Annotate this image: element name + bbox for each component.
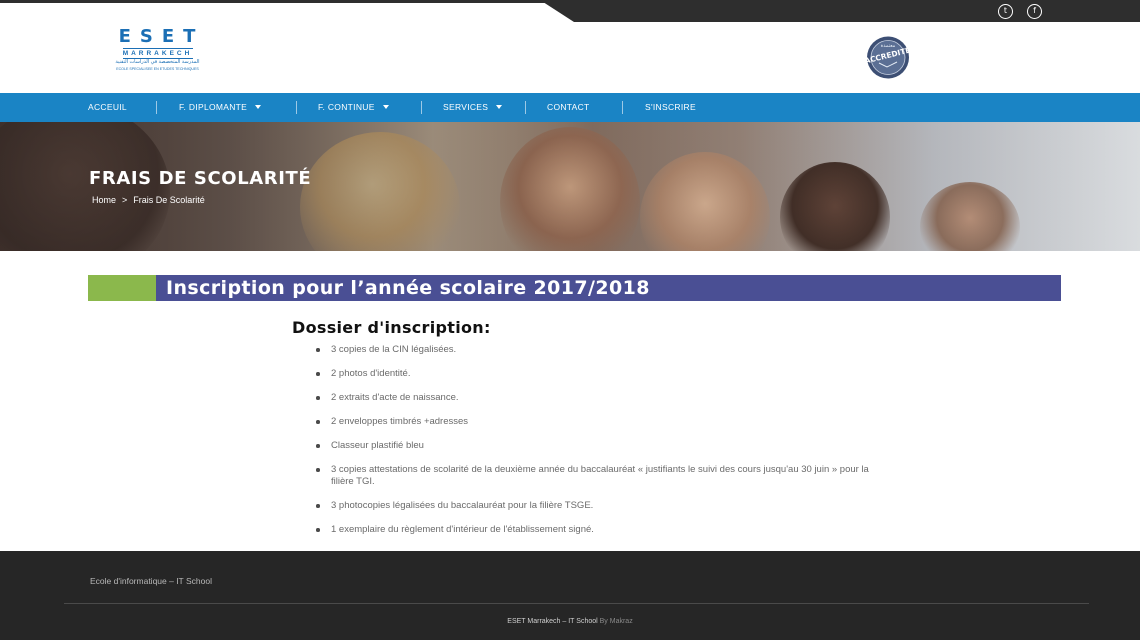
main-nav: ACCEUIL F. DIPLOMANTE F. CONTINUE SERVIC… <box>0 93 1140 122</box>
section-heading-bar: Inscription pour l’année scolaire 2017/2… <box>88 275 1061 301</box>
nav-separator <box>296 101 297 114</box>
accredite-badge: معتمدة ACCREDITE <box>864 36 911 79</box>
breadcrumb: Home > Frais De Scolarité <box>92 195 205 205</box>
logo-city-text: MARRAKECH <box>122 48 193 59</box>
nav-item-f-diplomante[interactable]: F. DIPLOMANTE <box>179 93 262 122</box>
list-item: 3 copies de la CIN légalisées. <box>315 344 875 356</box>
footer-copyright-by[interactable]: By Makraz <box>600 618 633 625</box>
site-footer: Ecole d'informatique – IT School ESET Ma… <box>0 551 1140 640</box>
nav-separator <box>622 101 623 114</box>
social-strip <box>540 0 1140 22</box>
site-header: ESET MARRAKECH المدرسة المتخصصة في الدرا… <box>0 22 1140 93</box>
hero-banner: FRAIS DE SCOLARITÉ Home > Frais De Scolari… <box>0 122 1140 251</box>
logo-subtitle-text: ECOLE SPECIALISEE EN ETUDES TECHNIQUES <box>116 67 199 71</box>
twitter-icon[interactable]: t <box>998 4 1013 19</box>
footer-divider <box>64 603 1089 604</box>
nav-separator <box>525 101 526 114</box>
dossier-list: 3 copies de la CIN légalisées. 2 photos … <box>315 344 875 548</box>
nav-item-sinscrire[interactable]: S'INSCRIRE <box>645 93 696 122</box>
chevron-down-icon <box>255 105 262 109</box>
nav-separator <box>421 101 422 114</box>
breadcrumb-separator: > <box>122 195 128 205</box>
nav-item-f-continue[interactable]: F. CONTINUE <box>318 93 389 122</box>
badge-arabic-text: معتمدة <box>881 43 896 49</box>
top-bar: t f <box>0 0 1140 22</box>
nav-item-services[interactable]: SERVICES <box>443 93 503 122</box>
dossier-heading: Dossier d'inscription: <box>292 318 491 337</box>
nav-item-acceuil[interactable]: ACCEUIL <box>88 93 127 122</box>
top-line <box>0 0 560 3</box>
chevron-down-icon <box>382 105 389 109</box>
list-item: 1 exemplaire du règlement d'intérieur de… <box>315 524 875 536</box>
chevron-down-icon <box>496 105 503 109</box>
nav-item-contact[interactable]: CONTACT <box>547 93 590 122</box>
logo-eset-text: ESET <box>118 26 205 47</box>
list-item: 2 extraits d'acte de naissance. <box>315 392 875 404</box>
footer-copyright-main[interactable]: ESET Marrakech – IT School <box>507 618 597 625</box>
nav-separator <box>156 101 157 114</box>
section-accent-block <box>88 275 156 301</box>
section-title: Inscription pour l’année scolaire 2017/2… <box>166 277 650 299</box>
facebook-icon[interactable]: f <box>1027 4 1042 19</box>
list-item: 2 photos d'identité. <box>315 368 875 380</box>
logo-arabic-text: المدرسة المتخصصة في الدراسات التقنية <box>115 59 200 65</box>
breadcrumb-home-link[interactable]: Home <box>92 195 116 205</box>
list-item: Classeur plastifié bleu <box>315 440 875 452</box>
footer-copyright: ESET Marrakech – IT School By Makraz <box>0 618 1140 625</box>
eset-logo[interactable]: ESET MARRAKECH المدرسة المتخصصة في الدرا… <box>95 27 220 73</box>
breadcrumb-current: Frais De Scolarité <box>133 195 205 205</box>
list-item: 2 enveloppes timbrés +adresses <box>315 416 875 428</box>
page-title: FRAIS DE SCOLARITÉ <box>89 168 312 189</box>
list-item: 3 photocopies légalisées du baccalauréat… <box>315 500 875 512</box>
list-item: 3 copies attestations de scolarité de la… <box>315 464 875 488</box>
footer-school-text: Ecole d'informatique – IT School <box>90 576 212 586</box>
